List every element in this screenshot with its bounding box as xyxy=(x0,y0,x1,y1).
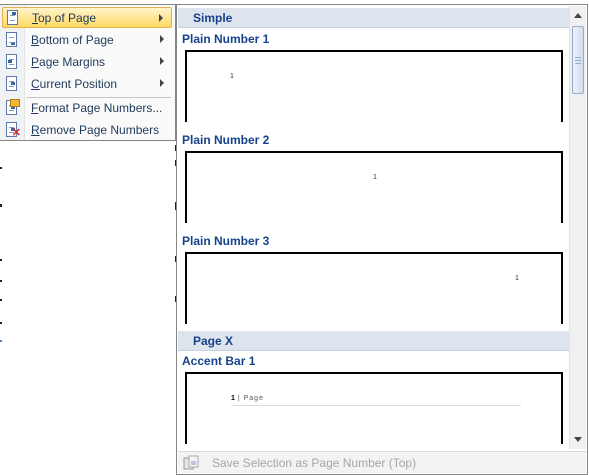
page-number-preview: 1 xyxy=(231,395,235,402)
page-top-icon xyxy=(5,9,21,26)
chevron-down-icon xyxy=(574,437,582,442)
page-margins-icon xyxy=(4,53,20,70)
menu-item-label: Bottom of Page xyxy=(31,32,114,47)
page-number-preview: 1 xyxy=(230,73,234,80)
menu-item-bottom-of-page[interactable]: Bottom of Page xyxy=(2,29,172,50)
accent-bar-line xyxy=(231,405,521,406)
submenu-arrow-icon xyxy=(160,35,164,43)
submenu-arrow-icon xyxy=(160,57,164,65)
submenu-arrow-icon xyxy=(159,14,163,22)
menu-item-label: Remove Page Numbers xyxy=(31,122,160,137)
menu-item-current-position[interactable]: Current Position xyxy=(2,73,172,94)
scroll-up-button[interactable] xyxy=(570,8,586,24)
remove-page-numbers-icon: ✕ xyxy=(4,121,21,138)
chevron-up-icon xyxy=(574,13,582,18)
save-selection-icon xyxy=(183,455,199,471)
gallery-item-label: Plain Number 2 xyxy=(182,133,270,147)
format-page-numbers-icon xyxy=(4,98,20,116)
gallery-scrollbar[interactable] xyxy=(569,6,586,449)
gallery-item-plain-number-2[interactable]: 1 xyxy=(185,151,563,223)
gallery-section-header: Simple xyxy=(178,8,569,28)
save-selection-button[interactable]: Save Selection as Page Number (Top) xyxy=(212,456,416,470)
menu-item-label: Format Page Numbers... xyxy=(31,100,163,115)
menu-item-format-page-numbers[interactable]: Format Page Numbers... xyxy=(2,97,172,118)
menu-item-remove-page-numbers[interactable]: ✕ Remove Page Numbers xyxy=(2,119,172,140)
gallery-item-plain-number-1[interactable]: 1 xyxy=(185,50,563,122)
menu-item-label: Top of Page xyxy=(32,10,97,25)
accent-bar-preview: 1 | Page xyxy=(231,395,264,402)
page-bottom-icon xyxy=(4,31,20,48)
gallery-item-label: Plain Number 1 xyxy=(182,32,270,46)
page-number-preview: 1 xyxy=(373,174,377,181)
menu-item-top-of-page[interactable]: Top of Page xyxy=(2,7,172,28)
gallery-item-plain-number-3[interactable]: 1 xyxy=(185,252,563,324)
menu-item-page-margins[interactable]: Page Margins xyxy=(2,51,172,72)
gallery-scroll-area[interactable]: Simple Plain Number 1 1 Plain Number 2 1… xyxy=(178,6,569,449)
menu-item-label: Page Margins xyxy=(31,54,106,69)
gallery-item-accent-bar-1[interactable]: 1 | Page xyxy=(185,372,563,444)
gallery-footer: Save Selection as Page Number (Top) xyxy=(178,451,586,473)
page-number-preview: 1 xyxy=(515,275,519,282)
scroll-down-button[interactable] xyxy=(570,431,586,447)
gallery-item-label: Accent Bar 1 xyxy=(182,354,256,368)
current-position-icon xyxy=(4,75,20,92)
accent-bar-suffix: Page xyxy=(243,395,264,402)
page-number-menu: Top of Page Bottom of Page Page Margins … xyxy=(0,4,176,141)
submenu-arrow-icon xyxy=(160,79,164,87)
gallery-section-header: Page X xyxy=(178,331,569,351)
menu-item-label: Current Position xyxy=(31,76,118,91)
page-number-gallery: Simple Plain Number 1 1 Plain Number 2 1… xyxy=(176,4,588,475)
gallery-item-label: Plain Number 3 xyxy=(182,234,270,248)
scrollbar-thumb[interactable] xyxy=(572,26,584,94)
